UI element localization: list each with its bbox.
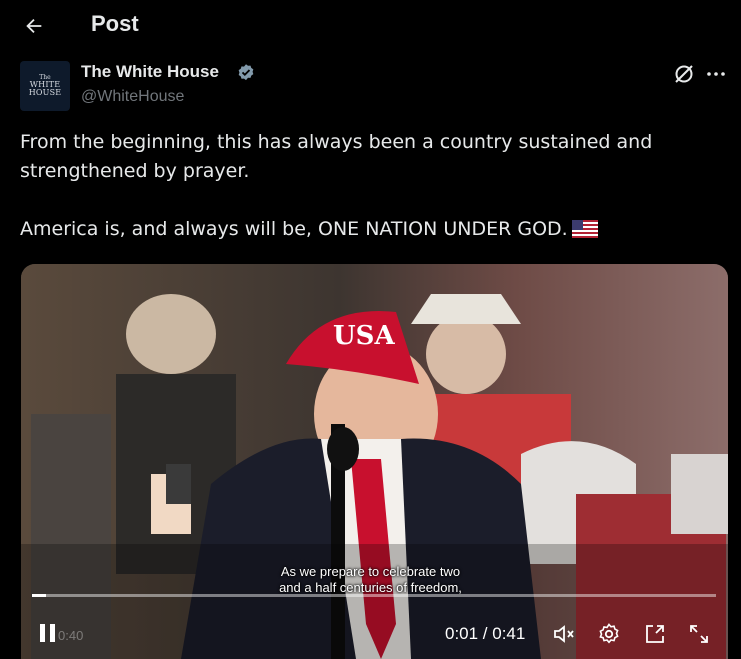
- author-name[interactable]: The White House: [81, 62, 219, 82]
- caption-line-1: As we prepare to celebrate two: [280, 564, 461, 579]
- avatar-text-line-3: HOUSE: [28, 88, 62, 97]
- video-progress-bar[interactable]: [32, 594, 716, 597]
- settings-gear-icon[interactable]: [597, 622, 621, 646]
- post-paragraph-1: From the beginning, this has always been…: [20, 131, 653, 182]
- more-dots-icon: [707, 72, 725, 76]
- mute-icon[interactable]: [552, 622, 576, 646]
- arrow-left-icon: [26, 18, 42, 34]
- avatar[interactable]: The WHITE HOUSE: [20, 61, 70, 111]
- back-button[interactable]: [18, 10, 50, 42]
- us-flag-icon: [571, 220, 598, 238]
- top-bar: Post: [0, 0, 741, 52]
- video-timecode: 0:01 / 0:41: [445, 624, 526, 643]
- grok-icon[interactable]: [672, 62, 696, 86]
- fullscreen-icon[interactable]: [687, 622, 711, 646]
- hat-text: USA: [333, 321, 395, 351]
- post-paragraph-2-text: America is, and always will be, ONE NATI…: [20, 218, 568, 240]
- post-paragraph-2: America is, and always will be, ONE NATI…: [20, 215, 720, 244]
- pause-icon[interactable]: [37, 622, 59, 644]
- video-progress-fill: [32, 594, 46, 597]
- post-text: From the beginning, this has always been…: [20, 128, 720, 244]
- video-frame: USA: [21, 264, 728, 659]
- video-controls: 0:01 / 0:41: [21, 612, 728, 656]
- author-handle[interactable]: @WhiteHouse: [81, 88, 184, 106]
- picture-in-picture-icon[interactable]: [643, 622, 667, 646]
- verified-badge-icon: [238, 64, 254, 81]
- more-options-button[interactable]: [704, 62, 728, 86]
- page-title: Post: [91, 11, 139, 36]
- video-player[interactable]: USA: [21, 264, 728, 659]
- video-caption: As we prepare to celebrate two and a hal…: [0, 564, 741, 596]
